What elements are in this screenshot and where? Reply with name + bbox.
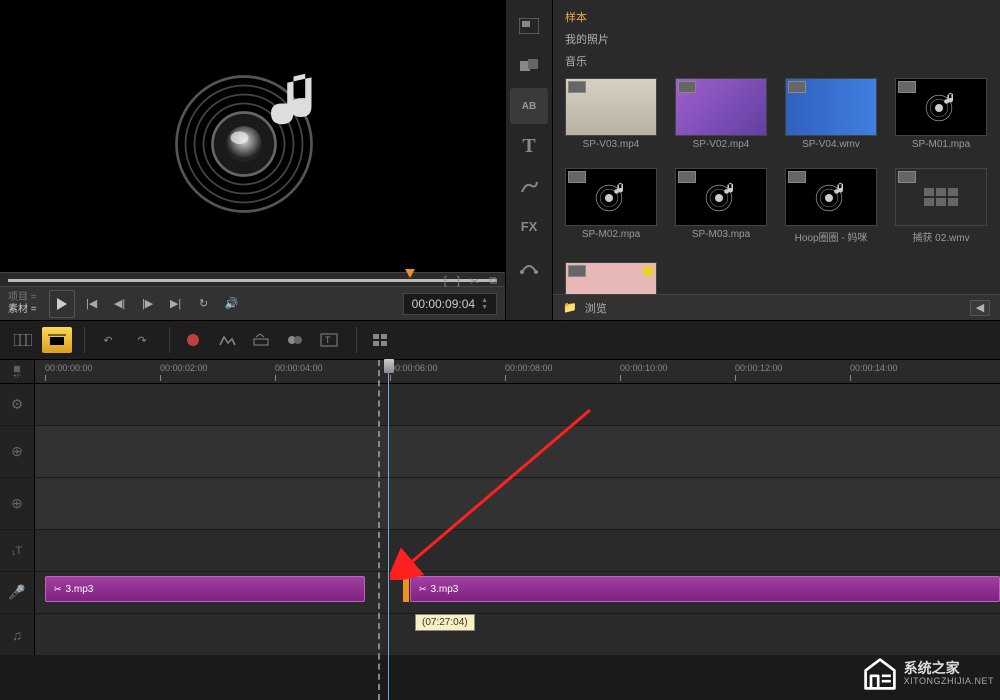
go-end-button[interactable]: ▶| <box>165 293 187 315</box>
watermark: 系统之家 XITONGZHIJIA.NET <box>862 656 994 692</box>
playhead-handle[interactable] <box>384 359 394 373</box>
library-item[interactable]: 捕获 02.wmv <box>895 168 987 244</box>
settings-track-icon[interactable]: ⚙ <box>0 384 35 425</box>
watermark-logo-icon <box>862 656 898 692</box>
undo-button[interactable]: ↶ <box>93 327 123 353</box>
mode-project-label[interactable]: 项目 = <box>8 292 37 304</box>
category-my-photos[interactable]: 我的照片 <box>565 30 988 48</box>
voice-track-icon[interactable]: 🎤 <box>0 572 35 613</box>
library-footer: 📁 浏览 ◀ <box>553 294 1000 320</box>
fx-tool-icon[interactable]: FX <box>510 208 548 244</box>
copy-icon[interactable]: ⧉ <box>489 275 497 288</box>
preview-scrubber[interactable]: [ ] ✂ ⧉ <box>0 272 505 286</box>
prev-frame-button[interactable]: ◀| <box>109 293 131 315</box>
library-grid: SP-V03.mp4 SP-V02.mp4 SP-V04.wmv SP-M01.… <box>553 78 1000 294</box>
library-item[interactable]: ps基础教程【少 <box>565 262 657 294</box>
cut-icon[interactable]: ✂ <box>470 275 479 288</box>
transition-tool-icon[interactable] <box>510 48 548 84</box>
split-marker-icon <box>403 576 409 602</box>
category-music[interactable]: 音乐 <box>565 52 988 70</box>
library-item[interactable]: SP-V02.mp4 <box>675 78 767 150</box>
cut-guide-line-icon <box>378 360 380 700</box>
play-button[interactable] <box>49 290 75 318</box>
storyboard-view-button[interactable] <box>8 327 38 353</box>
music-track: ♫ <box>0 614 1000 656</box>
mode-material-label[interactable]: 素材 = <box>8 304 37 316</box>
timeline-view-button[interactable] <box>42 327 72 353</box>
mark-out-icon[interactable]: ] <box>457 275 460 288</box>
preview-panel: [ ] ✂ ⧉ 项目 = 素材 = |◀ ◀| |▶ ▶| ↻ 🔊 00:00:… <box>0 0 505 320</box>
title-ab-tool[interactable]: AB <box>510 88 548 124</box>
browse-label[interactable]: 浏览 <box>585 300 607 316</box>
timecode-display[interactable]: 00:00:09:04 ▲▼ <box>403 293 497 315</box>
audio-clip[interactable]: ✂ 3.mp3 <box>410 576 1000 602</box>
text-tool-icon[interactable]: T <box>510 128 548 164</box>
scissors-icon: ✂ <box>419 584 427 595</box>
title-track: ₁T <box>0 530 1000 572</box>
overlay-track: ⊕ <box>0 478 1000 530</box>
path-tool-icon[interactable] <box>510 248 548 284</box>
volume-button[interactable]: 🔊 <box>221 293 243 315</box>
title-track-icon[interactable]: ₁T <box>0 530 35 571</box>
go-start-button[interactable]: |◀ <box>81 293 103 315</box>
library-item[interactable]: SP-M01.mpa <box>895 78 987 150</box>
video-track-icon[interactable]: ⊕ <box>0 426 35 477</box>
media-tool-icon[interactable] <box>510 8 548 44</box>
scissors-icon: ✂ <box>54 584 62 595</box>
playback-controls: 项目 = 素材 = |◀ ◀| |▶ ▶| ↻ 🔊 00:00:09:04 ▲▼ <box>0 286 505 320</box>
redo-button[interactable]: ↷ <box>127 327 157 353</box>
library-item[interactable]: SP-M03.mpa <box>675 168 767 244</box>
record-button[interactable] <box>178 327 208 353</box>
timecode-tooltip: (07:27:04) <box>415 614 475 631</box>
audio-mixer-button[interactable] <box>212 327 242 353</box>
library-item[interactable]: Hoop圈圈 - 妈咪 <box>785 168 877 244</box>
track-motion-button[interactable] <box>280 327 310 353</box>
auto-music-button[interactable] <box>246 327 276 353</box>
category-sample[interactable]: 样本 <box>565 8 988 26</box>
multi-trim-button[interactable] <box>365 327 395 353</box>
overlay-track-icon[interactable]: ⊕ <box>0 478 35 529</box>
tool-sidebar: AB T FX <box>505 0 553 320</box>
timeline-ruler[interactable]: ▦+/- 00:00:00:00 00:00:02:00 00:00:04:00… <box>0 360 1000 384</box>
mark-in-icon[interactable]: [ <box>444 275 447 288</box>
audio-preview-icon <box>163 45 343 228</box>
timeline-toolbar: ↶ ↷ T <box>0 320 1000 360</box>
music-track-icon[interactable]: ♫ <box>0 614 35 655</box>
svg-text:T: T <box>325 335 331 345</box>
nav-back-button[interactable]: ◀ <box>970 300 990 316</box>
graphic-tool-icon[interactable] <box>510 168 548 204</box>
browse-folder-icon[interactable]: 📁 <box>563 301 577 314</box>
preview-screen[interactable] <box>0 0 505 272</box>
loop-button[interactable]: ↻ <box>193 293 215 315</box>
library-item[interactable]: SP-M02.mpa <box>565 168 657 244</box>
playhead-line-icon <box>388 360 389 700</box>
library-item[interactable]: SP-V03.mp4 <box>565 78 657 150</box>
voice-track: 🎤 ✂ 3.mp3 ✂ 3.mp3 (07:27:04) <box>0 572 1000 614</box>
library-item[interactable]: SP-V04.wmv <box>785 78 877 150</box>
media-library: 样本 我的照片 音乐 SP-V03.mp4 SP-V02.mp4 SP-V04.… <box>553 0 1000 320</box>
video-track: ⊕ <box>0 426 1000 478</box>
next-frame-button[interactable]: |▶ <box>137 293 159 315</box>
scrubber-handle-icon[interactable] <box>405 269 415 278</box>
settings-track: ⚙ <box>0 384 1000 426</box>
subtitle-button[interactable]: T <box>314 327 344 353</box>
timeline-tracks: ⚙ ⊕ ⊕ ₁T 🎤 ✂ 3.mp3 ✂ 3.mp3 <box>0 384 1000 656</box>
audio-clip[interactable]: ✂ 3.mp3 <box>45 576 365 602</box>
